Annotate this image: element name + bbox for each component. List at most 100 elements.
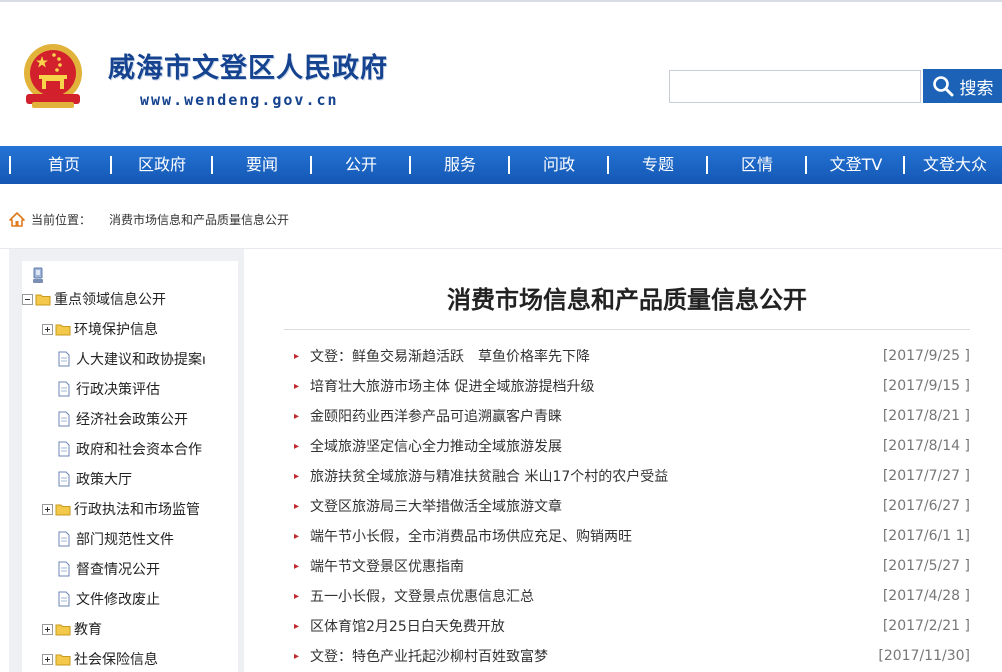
- folder-open-icon: [35, 294, 51, 305]
- list-item[interactable]: ▸ 五一小长假，文登景点优惠信息汇总 [2017/4/28 ]: [294, 585, 970, 607]
- document-icon: [58, 531, 70, 547]
- nav-item-public[interactable]: 公开: [345, 146, 377, 184]
- nav-separator: [409, 156, 411, 174]
- breadcrumb-label: 当前位置：: [31, 212, 92, 227]
- nav-item-inquiry[interactable]: 问政: [543, 146, 575, 184]
- tree-item-proposals[interactable]: 人大建议和政协提案ו: [57, 348, 206, 370]
- news-title-link[interactable]: 培育壮大旅游市场主体 促进全域旅游提档升级: [310, 376, 875, 396]
- nav-item-wendeng-dazhong[interactable]: 文登大众: [923, 146, 987, 184]
- list-item[interactable]: ▸ 区体育馆2月25日白天免费开放 [2017/2/21 ]: [294, 615, 970, 637]
- tree-item-policy-hall[interactable]: 政策大厅: [57, 468, 132, 490]
- expand-icon[interactable]: [42, 623, 53, 635]
- tree-item-label: 经济社会政策公开: [76, 412, 188, 428]
- site-url: www.wendeng.gov.cn: [140, 91, 339, 109]
- document-icon: [58, 441, 70, 457]
- search-input[interactable]: [669, 70, 921, 103]
- folder-icon: [55, 624, 71, 635]
- nav-item-home[interactable]: 首页: [48, 146, 80, 184]
- tree-item-ppp[interactable]: 政府和社会资本合作: [57, 438, 202, 460]
- tree-item-law-enforcement[interactable]: 行政执法和市场监管: [42, 498, 200, 520]
- news-date: [2017/2/21 ]: [882, 618, 970, 634]
- site-title: 威海市文登区人民政府: [108, 53, 388, 84]
- news-title-link[interactable]: 端午节小长假，全市消费品市场供应充足、购销两旺: [310, 526, 875, 546]
- bullet-arrow-icon: ▸: [294, 410, 300, 422]
- news-title-link[interactable]: 旅游扶贫全域旅游与精准扶贫融合 米山17个村的农户受益: [310, 466, 875, 486]
- breadcrumb-current[interactable]: 消费市场信息和产品质量信息公开: [109, 211, 289, 228]
- news-date: [2017/6/27 ]: [882, 498, 970, 514]
- tree-item-label: 政府和社会资本合作: [76, 442, 202, 458]
- tree-item-inspection[interactable]: 督查情况公开: [57, 558, 160, 580]
- expand-icon[interactable]: [42, 653, 53, 665]
- tree-item-decision-evaluation[interactable]: 行政决策评估: [57, 378, 160, 400]
- document-icon: [58, 561, 70, 577]
- tree-item-label: 行政执法和市场监管: [74, 502, 200, 518]
- tree-item-normative-docs[interactable]: 部门规范性文件: [57, 528, 174, 550]
- list-item[interactable]: ▸ 培育壮大旅游市场主体 促进全域旅游提档升级 [2017/9/15 ]: [294, 375, 970, 397]
- search-button-label: 搜索: [959, 78, 994, 99]
- tree-item-file-revision[interactable]: 文件修改废止: [57, 588, 160, 610]
- news-date: [2017/11/30]: [878, 648, 970, 664]
- tree-item-label: 部门规范性文件: [76, 532, 174, 548]
- list-item[interactable]: ▸ 旅游扶贫全域旅游与精准扶贫融合 米山17个村的农户受益 [2017/7/27…: [294, 465, 970, 487]
- bullet-arrow-icon: ▸: [294, 380, 300, 392]
- nav-item-wendeng-tv[interactable]: 文登TV: [830, 146, 883, 184]
- nav-item-service[interactable]: 服务: [444, 146, 476, 184]
- document-icon: [58, 351, 70, 367]
- news-date: [2017/7/27 ]: [882, 468, 970, 484]
- document-icon: [58, 411, 70, 427]
- news-title-link[interactable]: 全域旅游坚定信心全力推动全域旅游发展: [310, 436, 875, 456]
- expand-icon[interactable]: [42, 323, 53, 335]
- list-item[interactable]: ▸ 端午节文登景区优惠指南 [2017/5/27 ]: [294, 555, 970, 577]
- search-button[interactable]: 搜索: [923, 69, 1002, 103]
- folder-icon: [55, 504, 71, 515]
- nav-item-topics[interactable]: 专题: [642, 146, 674, 184]
- tree-root-icon: [33, 267, 43, 283]
- tree-item-economic-policy[interactable]: 经济社会政策公开: [57, 408, 188, 430]
- news-date: [2017/4/28 ]: [882, 588, 970, 604]
- news-date: [2017/8/21 ]: [882, 408, 970, 424]
- sidebar-tree: 重点领域信息公开 环境保护信息 人大建议和政协提案ו 行政决策评估 经济社会政策…: [22, 261, 238, 672]
- news-title-link[interactable]: 文登：特色产业托起沙柳村百姓致富梦: [310, 646, 870, 666]
- bullet-arrow-icon: ▸: [294, 560, 300, 572]
- nav-separator: [805, 156, 807, 174]
- news-date: [2017/9/15 ]: [882, 378, 970, 394]
- nav-item-government[interactable]: 区政府: [138, 146, 186, 184]
- nav-separator: [310, 156, 312, 174]
- list-item[interactable]: ▸ 文登：鲜鱼交易渐趋活跃 草鱼价格率先下降 [2017/9/25 ]: [294, 345, 970, 367]
- list-item[interactable]: ▸ 全域旅游坚定信心全力推动全域旅游发展 [2017/8/14 ]: [294, 435, 970, 457]
- tree-item-label: 人大建议和政协提案ו: [76, 352, 206, 368]
- news-title-link[interactable]: 端午节文登景区优惠指南: [310, 556, 875, 576]
- tree-item-environment[interactable]: 环境保护信息: [42, 318, 158, 340]
- news-date: [2017/6/1 1]: [882, 528, 970, 544]
- tree-item-education[interactable]: 教育: [42, 618, 102, 640]
- page-title: 消费市场信息和产品质量信息公开: [447, 286, 807, 314]
- list-item[interactable]: ▸ 文登：特色产业托起沙柳村百姓致富梦 [2017/11/30]: [294, 645, 970, 667]
- folder-icon: [55, 324, 71, 335]
- news-title-link[interactable]: 五一小长假，文登景点优惠信息汇总: [310, 586, 875, 606]
- news-title-link[interactable]: 文登：鲜鱼交易渐趋活跃 草鱼价格率先下降: [310, 346, 875, 366]
- tree-item-social-insurance[interactable]: 社会保险信息: [42, 648, 158, 670]
- collapse-icon[interactable]: [22, 293, 33, 305]
- nav-separator: [110, 156, 112, 174]
- news-title-link[interactable]: 区体育馆2月25日白天免费开放: [310, 616, 875, 636]
- expand-icon[interactable]: [42, 503, 53, 515]
- tree-item-label: 教育: [74, 622, 102, 638]
- folder-icon: [55, 654, 71, 665]
- document-icon: [58, 471, 70, 487]
- list-item[interactable]: ▸ 金颐阳药业西洋参产品可追溯赢客户青睐 [2017/8/21 ]: [294, 405, 970, 427]
- list-item[interactable]: ▸ 文登区旅游局三大举措做活全域旅游文章 [2017/6/27 ]: [294, 495, 970, 517]
- breadcrumb: 当前位置： 消费市场信息和产品质量信息公开: [9, 209, 289, 229]
- news-title-link[interactable]: 文登区旅游局三大举措做活全域旅游文章: [310, 496, 875, 516]
- list-item[interactable]: ▸ 端午节小长假，全市消费品市场供应充足、购销两旺 [2017/6/1 1]: [294, 525, 970, 547]
- nav-separator: [706, 156, 708, 174]
- home-icon: [9, 211, 25, 227]
- nav-item-district-info[interactable]: 区情: [741, 146, 773, 184]
- news-title-link[interactable]: 金颐阳药业西洋参产品可追溯赢客户青睐: [310, 406, 875, 426]
- nav-separator: [211, 156, 213, 174]
- news-date: [2017/8/14 ]: [882, 438, 970, 454]
- bullet-arrow-icon: ▸: [294, 440, 300, 452]
- tree-item-label: 行政决策评估: [76, 382, 160, 398]
- nav-item-news[interactable]: 要闻: [246, 146, 278, 184]
- sidebar: 重点领域信息公开 环境保护信息 人大建议和政协提案ו 行政决策评估 经济社会政策…: [9, 249, 244, 672]
- tree-item-root[interactable]: 重点领域信息公开: [22, 288, 166, 310]
